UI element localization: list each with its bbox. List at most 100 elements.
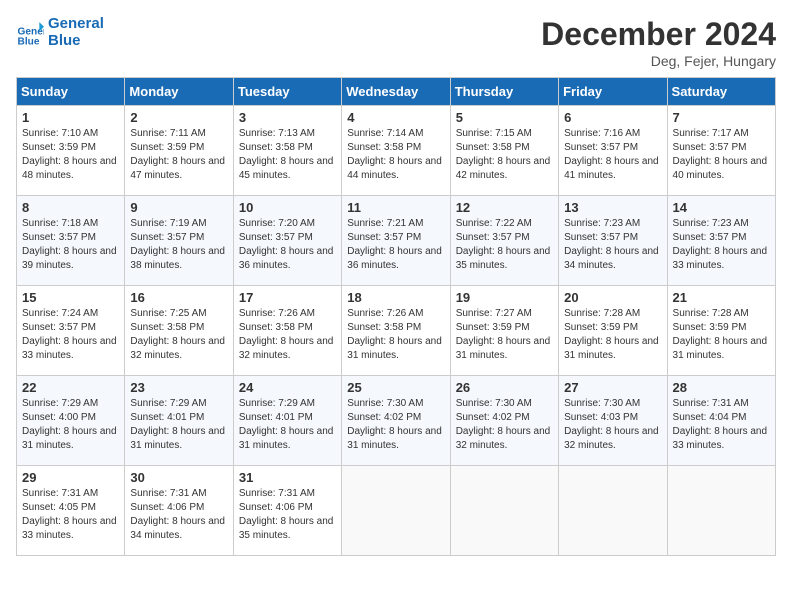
day-number: 20 bbox=[564, 290, 661, 305]
logo: General Blue General Blue bbox=[16, 16, 104, 49]
calendar-cell: 12Sunrise: 7:22 AMSunset: 3:57 PMDayligh… bbox=[450, 196, 558, 286]
calendar-cell: 26Sunrise: 7:30 AMSunset: 4:02 PMDayligh… bbox=[450, 376, 558, 466]
day-info: Sunrise: 7:28 AMSunset: 3:59 PMDaylight:… bbox=[673, 307, 770, 363]
day-number: 5 bbox=[456, 110, 553, 125]
calendar-cell bbox=[450, 466, 558, 556]
calendar-cell: 7 Sunrise: 7:17 AMSunset: 3:57 PMDaylight… bbox=[667, 106, 775, 196]
day-number: 23 bbox=[130, 380, 227, 395]
day-number: 8 bbox=[22, 200, 119, 215]
calendar-cell: 22Sunrise: 7:29 AMSunset: 4:00 PMDayligh… bbox=[17, 376, 125, 466]
calendar-cell: 4 Sunrise: 7:14 AMSunset: 3:58 PMDaylight… bbox=[342, 106, 450, 196]
day-number: 21 bbox=[673, 290, 770, 305]
day-number: 13 bbox=[564, 200, 661, 215]
calendar-cell: 27 Sunrise: 7:30 AMSunset: 4:03 PMDayligh… bbox=[559, 376, 667, 466]
day-number: 27 bbox=[564, 380, 661, 395]
day-number: 26 bbox=[456, 380, 553, 395]
day-info: Sunrise: 7:11 AMSunset: 3:59 PMDaylight:… bbox=[130, 127, 227, 183]
day-info: Sunrise: 7:30 AMSunset: 4:02 PMDaylight:… bbox=[347, 397, 444, 453]
day-info: Sunrise: 7:31 AMSunset: 4:06 PMDaylight:… bbox=[239, 487, 336, 543]
month-title: December 2024 bbox=[541, 16, 776, 53]
calendar-cell: 15 Sunrise: 7:24 AMSunset: 3:57 PMDayligh… bbox=[17, 286, 125, 376]
day-number: 1 bbox=[22, 110, 119, 125]
weekday-header-monday: Monday bbox=[125, 78, 233, 106]
calendar-cell: 13 Sunrise: 7:23 AMSunset: 3:57 PMDayligh… bbox=[559, 196, 667, 286]
day-number: 15 bbox=[22, 290, 119, 305]
svg-text:Blue: Blue bbox=[18, 36, 40, 46]
day-info: Sunrise: 7:31 AMSunset: 4:06 PMDaylight:… bbox=[130, 487, 227, 543]
day-info: Sunrise: 7:26 AMSunset: 3:58 PMDaylight:… bbox=[239, 307, 336, 363]
calendar-cell: 8 Sunrise: 7:18 AMSunset: 3:57 PMDaylight… bbox=[17, 196, 125, 286]
calendar-week-4: 22Sunrise: 7:29 AMSunset: 4:00 PMDayligh… bbox=[17, 376, 776, 466]
day-info: Sunrise: 7:16 AMSunset: 3:57 PMDaylight:… bbox=[564, 127, 661, 183]
day-info: Sunrise: 7:17 AMSunset: 3:57 PMDaylight:… bbox=[673, 127, 770, 183]
day-info: Sunrise: 7:24 AMSunset: 3:57 PMDaylight:… bbox=[22, 307, 119, 363]
calendar-cell: 11 Sunrise: 7:21 AMSunset: 3:57 PMDayligh… bbox=[342, 196, 450, 286]
day-info: Sunrise: 7:23 AMSunset: 3:57 PMDaylight:… bbox=[564, 217, 661, 273]
calendar-week-5: 29Sunrise: 7:31 AMSunset: 4:05 PMDayligh… bbox=[17, 466, 776, 556]
calendar-cell: 10 Sunrise: 7:20 AMSunset: 3:57 PMDayligh… bbox=[233, 196, 341, 286]
calendar-cell bbox=[559, 466, 667, 556]
day-info: Sunrise: 7:13 AMSunset: 3:58 PMDaylight:… bbox=[239, 127, 336, 183]
calendar-cell: 16Sunrise: 7:25 AMSunset: 3:58 PMDayligh… bbox=[125, 286, 233, 376]
day-number: 25 bbox=[347, 380, 444, 395]
logo-line2: Blue bbox=[48, 33, 104, 50]
calendar-cell: 9 Sunrise: 7:19 AMSunset: 3:57 PMDaylight… bbox=[125, 196, 233, 286]
day-info: Sunrise: 7:21 AMSunset: 3:57 PMDaylight:… bbox=[347, 217, 444, 273]
calendar-cell: 20Sunrise: 7:28 AMSunset: 3:59 PMDayligh… bbox=[559, 286, 667, 376]
calendar-week-3: 15 Sunrise: 7:24 AMSunset: 3:57 PMDayligh… bbox=[17, 286, 776, 376]
calendar-table: SundayMondayTuesdayWednesdayThursdayFrid… bbox=[16, 77, 776, 556]
day-info: Sunrise: 7:14 AMSunset: 3:58 PMDaylight:… bbox=[347, 127, 444, 183]
calendar-cell: 1 Sunrise: 7:10 AMSunset: 3:59 PMDaylight… bbox=[17, 106, 125, 196]
day-number: 24 bbox=[239, 380, 336, 395]
day-number: 2 bbox=[130, 110, 227, 125]
day-info: Sunrise: 7:23 AMSunset: 3:57 PMDaylight:… bbox=[673, 217, 770, 273]
day-info: Sunrise: 7:29 AMSunset: 4:01 PMDaylight:… bbox=[130, 397, 227, 453]
calendar-cell: 17Sunrise: 7:26 AMSunset: 3:58 PMDayligh… bbox=[233, 286, 341, 376]
calendar-cell bbox=[667, 466, 775, 556]
day-number: 11 bbox=[347, 200, 444, 215]
calendar-cell: 24Sunrise: 7:29 AMSunset: 4:01 PMDayligh… bbox=[233, 376, 341, 466]
day-number: 9 bbox=[130, 200, 227, 215]
day-info: Sunrise: 7:20 AMSunset: 3:57 PMDaylight:… bbox=[239, 217, 336, 273]
logo-icon: General Blue bbox=[16, 19, 44, 47]
calendar-cell: 5Sunrise: 7:15 AMSunset: 3:58 PMDaylight… bbox=[450, 106, 558, 196]
day-number: 22 bbox=[22, 380, 119, 395]
calendar-cell: 23 Sunrise: 7:29 AMSunset: 4:01 PMDayligh… bbox=[125, 376, 233, 466]
day-info: Sunrise: 7:31 AMSunset: 4:05 PMDaylight:… bbox=[22, 487, 119, 543]
calendar-cell: 19Sunrise: 7:27 AMSunset: 3:59 PMDayligh… bbox=[450, 286, 558, 376]
day-number: 18 bbox=[347, 290, 444, 305]
calendar-week-1: 1 Sunrise: 7:10 AMSunset: 3:59 PMDaylight… bbox=[17, 106, 776, 196]
day-info: Sunrise: 7:27 AMSunset: 3:59 PMDaylight:… bbox=[456, 307, 553, 363]
calendar-cell: 6Sunrise: 7:16 AMSunset: 3:57 PMDaylight… bbox=[559, 106, 667, 196]
day-number: 4 bbox=[347, 110, 444, 125]
day-info: Sunrise: 7:25 AMSunset: 3:58 PMDaylight:… bbox=[130, 307, 227, 363]
weekday-header-sunday: Sunday bbox=[17, 78, 125, 106]
weekday-header-thursday: Thursday bbox=[450, 78, 558, 106]
day-info: Sunrise: 7:19 AMSunset: 3:57 PMDaylight:… bbox=[130, 217, 227, 273]
day-info: Sunrise: 7:22 AMSunset: 3:57 PMDaylight:… bbox=[456, 217, 553, 273]
weekday-header-saturday: Saturday bbox=[667, 78, 775, 106]
calendar-cell: 18 Sunrise: 7:26 AMSunset: 3:58 PMDayligh… bbox=[342, 286, 450, 376]
calendar-week-2: 8 Sunrise: 7:18 AMSunset: 3:57 PMDaylight… bbox=[17, 196, 776, 286]
day-info: Sunrise: 7:31 AMSunset: 4:04 PMDaylight:… bbox=[673, 397, 770, 453]
day-info: Sunrise: 7:30 AMSunset: 4:03 PMDaylight:… bbox=[564, 397, 661, 453]
day-number: 31 bbox=[239, 470, 336, 485]
title-block: December 2024 Deg, Fejer, Hungary bbox=[541, 16, 776, 69]
weekday-header-friday: Friday bbox=[559, 78, 667, 106]
day-number: 14 bbox=[673, 200, 770, 215]
day-info: Sunrise: 7:26 AMSunset: 3:58 PMDaylight:… bbox=[347, 307, 444, 363]
calendar-cell: 21 Sunrise: 7:28 AMSunset: 3:59 PMDayligh… bbox=[667, 286, 775, 376]
day-number: 3 bbox=[239, 110, 336, 125]
calendar-cell: 29Sunrise: 7:31 AMSunset: 4:05 PMDayligh… bbox=[17, 466, 125, 556]
weekday-header-wednesday: Wednesday bbox=[342, 78, 450, 106]
day-number: 10 bbox=[239, 200, 336, 215]
calendar-cell: 14 Sunrise: 7:23 AMSunset: 3:57 PMDayligh… bbox=[667, 196, 775, 286]
weekday-header-row: SundayMondayTuesdayWednesdayThursdayFrid… bbox=[17, 78, 776, 106]
page-header: General Blue General Blue December 2024 … bbox=[16, 16, 776, 69]
day-number: 7 bbox=[673, 110, 770, 125]
calendar-cell: 31 Sunrise: 7:31 AMSunset: 4:06 PMDayligh… bbox=[233, 466, 341, 556]
calendar-cell bbox=[342, 466, 450, 556]
day-number: 30 bbox=[130, 470, 227, 485]
day-info: Sunrise: 7:10 AMSunset: 3:59 PMDaylight:… bbox=[22, 127, 119, 183]
day-info: Sunrise: 7:18 AMSunset: 3:57 PMDaylight:… bbox=[22, 217, 119, 273]
